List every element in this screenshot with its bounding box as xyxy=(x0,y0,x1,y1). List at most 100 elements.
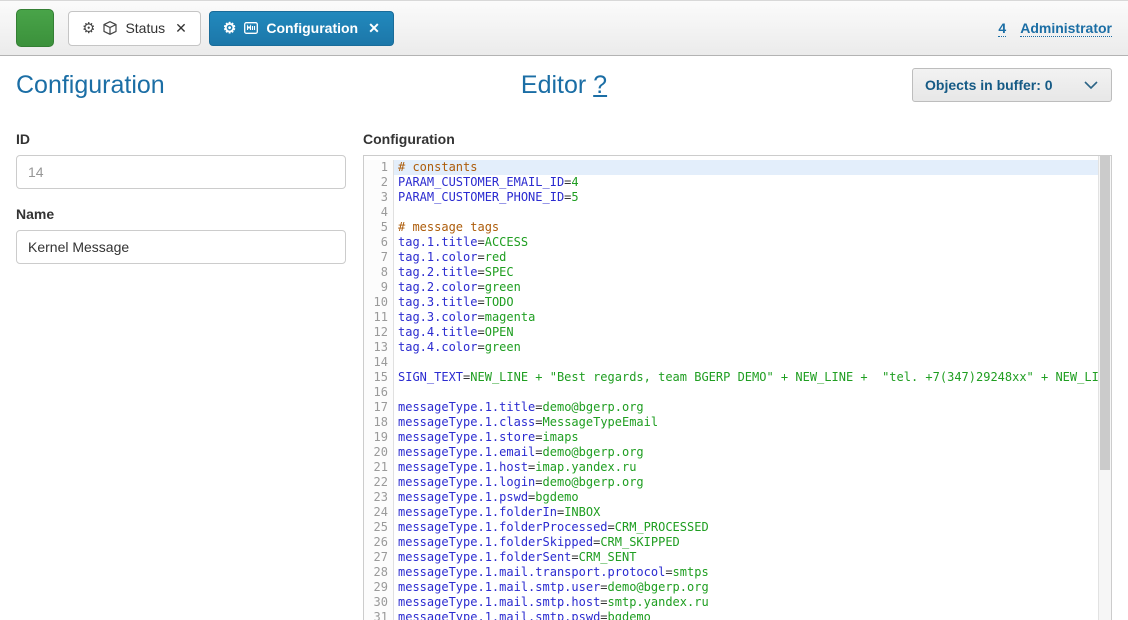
chevron-down-icon xyxy=(1083,80,1099,90)
line-number: 11 xyxy=(364,310,394,325)
code-line[interactable]: 31messageType.1.mail.smtp.pswd=bgdemo xyxy=(364,610,1098,620)
cube-icon xyxy=(102,20,118,36)
name-input[interactable] xyxy=(16,230,346,264)
configuration-label: Configuration xyxy=(363,131,1112,147)
code-text xyxy=(394,355,1098,370)
code-text: messageType.1.title=demo@bgerp.org xyxy=(394,400,1098,415)
code-text: # message tags xyxy=(394,220,1098,235)
code-line[interactable]: 30messageType.1.mail.smtp.host=smtp.yand… xyxy=(364,595,1098,610)
editor-heading-text: Editor xyxy=(521,71,586,99)
code-text: messageType.1.folderIn=INBOX xyxy=(394,505,1098,520)
tab-configuration[interactable]: ⚙ Configuration ✕ xyxy=(209,11,394,46)
code-text: messageType.1.folderSent=CRM_SENT xyxy=(394,550,1098,565)
buffer-label: Objects in buffer: 0 xyxy=(925,77,1053,93)
user-area: 4 Administrator xyxy=(998,20,1112,37)
code-text: tag.4.title=OPEN xyxy=(394,325,1098,340)
code-line[interactable]: 9tag.2.color=green xyxy=(364,280,1098,295)
code-line[interactable]: 10tag.3.title=TODO xyxy=(364,295,1098,310)
code-line[interactable]: 16 xyxy=(364,385,1098,400)
line-number: 9 xyxy=(364,280,394,295)
gear-icon: ⚙ xyxy=(223,21,236,36)
code-line[interactable]: 24messageType.1.folderIn=INBOX xyxy=(364,505,1098,520)
code-text: tag.1.color=red xyxy=(394,250,1098,265)
code-text: tag.2.title=SPEC xyxy=(394,265,1098,280)
code-text xyxy=(394,205,1098,220)
name-field-group: Name xyxy=(16,206,346,264)
code-text: messageType.1.folderSkipped=CRM_SKIPPED xyxy=(394,535,1098,550)
code-text: # constants xyxy=(394,160,1098,175)
line-number: 24 xyxy=(364,505,394,520)
code-line[interactable]: 8tag.2.title=SPEC xyxy=(364,265,1098,280)
code-line[interactable]: 18messageType.1.class=MessageTypeEmail xyxy=(364,415,1098,430)
page-body: Configuration Editor ? Objects in buffer… xyxy=(0,71,1128,620)
code-line[interactable]: 6tag.1.title=ACCESS xyxy=(364,235,1098,250)
name-label: Name xyxy=(16,206,346,222)
code-line[interactable]: 2PARAM_CUSTOMER_EMAIL_ID=4 xyxy=(364,175,1098,190)
code-line[interactable]: 29messageType.1.mail.smtp.user=demo@bger… xyxy=(364,580,1098,595)
line-number: 6 xyxy=(364,235,394,250)
line-number: 16 xyxy=(364,385,394,400)
entity-form: ID Name xyxy=(16,131,346,264)
code-text: tag.1.title=ACCESS xyxy=(394,235,1098,250)
code-line[interactable]: 12tag.4.title=OPEN xyxy=(364,325,1098,340)
id-field-group: ID xyxy=(16,131,346,189)
code-text: tag.3.title=TODO xyxy=(394,295,1098,310)
code-line[interactable]: 7tag.1.color=red xyxy=(364,250,1098,265)
code-line[interactable]: 17messageType.1.title=demo@bgerp.org xyxy=(364,400,1098,415)
line-number: 2 xyxy=(364,175,394,190)
id-label: ID xyxy=(16,131,346,147)
code-line[interactable]: 11tag.3.color=magenta xyxy=(364,310,1098,325)
code-line[interactable]: 26messageType.1.folderSkipped=CRM_SKIPPE… xyxy=(364,535,1098,550)
line-number: 4 xyxy=(364,205,394,220)
code-text: messageType.1.store=imaps xyxy=(394,430,1098,445)
objects-in-buffer-dropdown[interactable]: Objects in buffer: 0 xyxy=(912,68,1112,102)
id-input[interactable] xyxy=(16,155,346,189)
tab-status[interactable]: ⚙ Status ✕ xyxy=(68,11,201,46)
line-number: 15 xyxy=(364,370,394,385)
close-icon[interactable]: ✕ xyxy=(175,20,187,37)
line-number: 3 xyxy=(364,190,394,205)
code-line[interactable]: 27messageType.1.folderSent=CRM_SENT xyxy=(364,550,1098,565)
code-text: messageType.1.class=MessageTypeEmail xyxy=(394,415,1098,430)
help-link[interactable]: ? xyxy=(593,71,607,99)
user-id-link[interactable]: 4 xyxy=(998,20,1006,37)
line-number: 7 xyxy=(364,250,394,265)
code-line[interactable]: 15SIGN_TEXT=NEW_LINE + "Best regards, te… xyxy=(364,370,1098,385)
code-lines[interactable]: 1# constants2PARAM_CUSTOMER_EMAIL_ID=43P… xyxy=(364,156,1098,620)
code-text: messageType.1.host=imap.yandex.ru xyxy=(394,460,1098,475)
line-number: 26 xyxy=(364,535,394,550)
code-line[interactable]: 28messageType.1.mail.transport.protocol=… xyxy=(364,565,1098,580)
main-menu-button[interactable] xyxy=(16,9,54,47)
code-text: tag.2.color=green xyxy=(394,280,1098,295)
line-number: 10 xyxy=(364,295,394,310)
line-number: 19 xyxy=(364,430,394,445)
code-line[interactable]: 4 xyxy=(364,205,1098,220)
code-line[interactable]: 23messageType.1.pswd=bgdemo xyxy=(364,490,1098,505)
tab-bar: ⚙ Status ✕ ⚙ Configuration ✕ xyxy=(68,11,394,46)
editor-scrollbar[interactable] xyxy=(1098,156,1111,620)
code-line[interactable]: 5# message tags xyxy=(364,220,1098,235)
code-line[interactable]: 22messageType.1.login=demo@bgerp.org xyxy=(364,475,1098,490)
code-line[interactable]: 20messageType.1.email=demo@bgerp.org xyxy=(364,445,1098,460)
code-text: messageType.1.email=demo@bgerp.org xyxy=(394,445,1098,460)
code-line[interactable]: 14 xyxy=(364,355,1098,370)
code-editor[interactable]: 1# constants2PARAM_CUSTOMER_EMAIL_ID=43P… xyxy=(363,155,1112,620)
line-number: 28 xyxy=(364,565,394,580)
code-line[interactable]: 19messageType.1.store=imaps xyxy=(364,430,1098,445)
code-line[interactable]: 13tag.4.color=green xyxy=(364,340,1098,355)
code-line[interactable]: 25messageType.1.folderProcessed=CRM_PROC… xyxy=(364,520,1098,535)
code-line[interactable]: 21messageType.1.host=imap.yandex.ru xyxy=(364,460,1098,475)
line-number: 30 xyxy=(364,595,394,610)
line-number: 5 xyxy=(364,220,394,235)
code-text: tag.3.color=magenta xyxy=(394,310,1098,325)
code-line[interactable]: 1# constants xyxy=(364,160,1098,175)
code-text: messageType.1.mail.smtp.user=demo@bgerp.… xyxy=(394,580,1098,595)
scrollbar-thumb[interactable] xyxy=(1100,156,1110,470)
user-name-link[interactable]: Administrator xyxy=(1020,20,1112,37)
code-text: PARAM_CUSTOMER_PHONE_ID=5 xyxy=(394,190,1098,205)
close-icon[interactable]: ✕ xyxy=(368,20,380,37)
code-text: messageType.1.mail.smtp.host=smtp.yandex… xyxy=(394,595,1098,610)
code-text: messageType.1.folderProcessed=CRM_PROCES… xyxy=(394,520,1098,535)
code-text: messageType.1.mail.smtp.pswd=bgdemo xyxy=(394,610,1098,620)
code-line[interactable]: 3PARAM_CUSTOMER_PHONE_ID=5 xyxy=(364,190,1098,205)
